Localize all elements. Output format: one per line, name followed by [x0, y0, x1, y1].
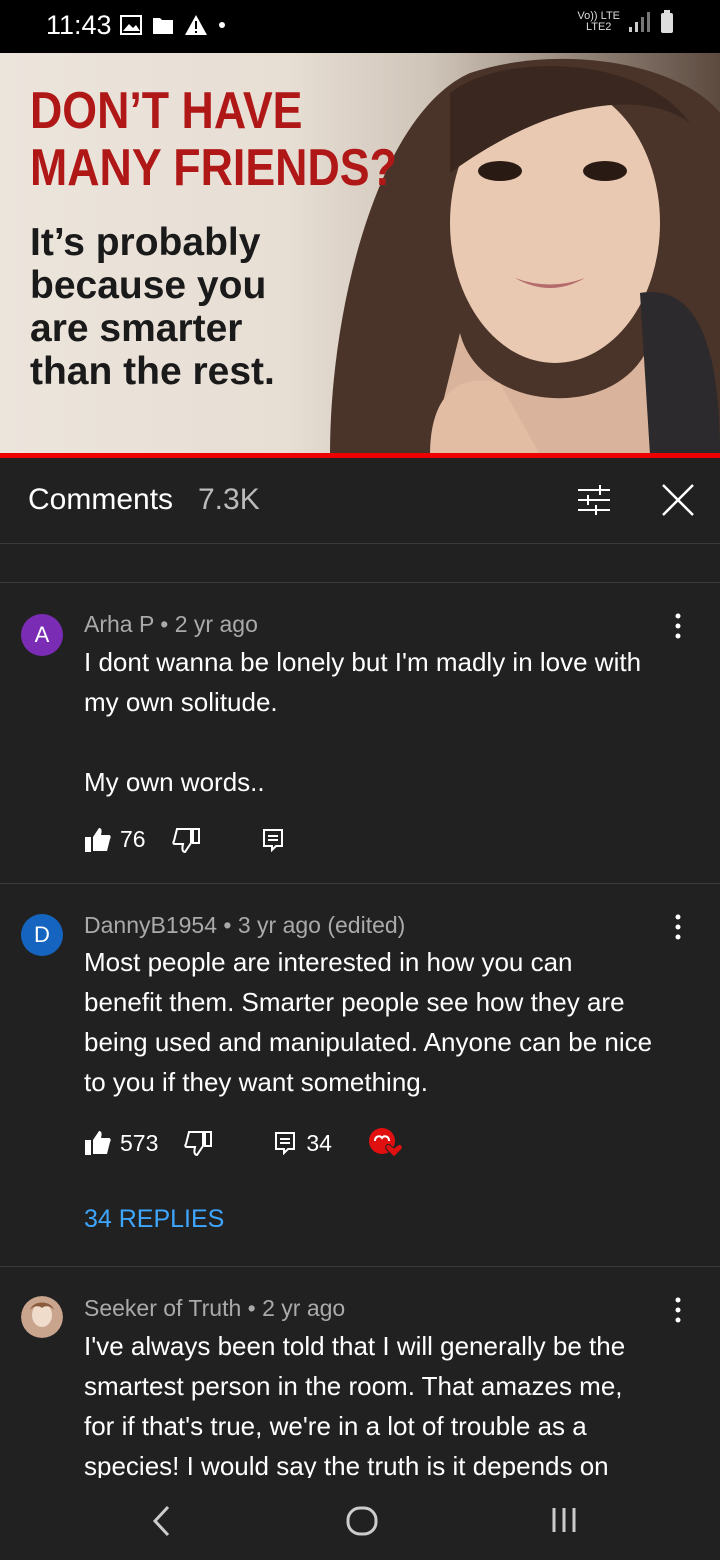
comment-meta: Arha P • 2 yr ago: [84, 611, 258, 638]
comment-line: I dont wanna be lonely but I'm madly in …: [84, 647, 642, 677]
thumbs-down-icon[interactable]: [171, 827, 200, 853]
comment-actions: 76: [84, 826, 284, 853]
warning-icon: [185, 15, 207, 35]
comment-line: My own words..: [84, 767, 265, 797]
close-icon[interactable]: [658, 480, 698, 520]
comment-author[interactable]: Seeker of Truth: [84, 1295, 241, 1321]
sort-filter-icon[interactable]: [576, 482, 612, 518]
reply-count: 34: [306, 1129, 332, 1156]
sub-line-2: because you: [30, 264, 267, 307]
reply-icon[interactable]: [274, 1131, 296, 1155]
comment-thread: A Arha P • 2 yr ago I dont wanna be lone…: [0, 583, 720, 883]
avatar-letter: D: [34, 922, 50, 947]
comment-body: I dont wanna be lonely but I'm madly in …: [84, 642, 684, 802]
view-replies-link[interactable]: 34 REPLIES: [84, 1205, 224, 1234]
status-system-icons: Vo)) LTE LTE2: [577, 10, 674, 34]
comment-line: my own solitude.: [84, 687, 278, 717]
back-icon[interactable]: [150, 1504, 174, 1538]
avatar[interactable]: D: [21, 914, 63, 956]
avatar[interactable]: [21, 1296, 63, 1338]
status-notification-icons: [120, 14, 226, 36]
comment-actions: 573 34: [84, 1127, 404, 1159]
comment-thread: D DannyB1954 • 3 yr ago (edited) Most pe…: [0, 884, 720, 1266]
like-count: 76: [120, 826, 146, 852]
thumbs-down-icon[interactable]: [184, 1130, 213, 1156]
comment-time: 2 yr ago: [174, 611, 258, 637]
sub-line-1: It’s probably: [30, 221, 261, 264]
comment-thread: Seeker of Truth • 2 yr ago I've always b…: [0, 1267, 720, 1478]
comment-line: I've always been told that I will genera…: [84, 1331, 626, 1361]
dot-icon: [219, 22, 225, 28]
comment-time: 2 yr ago: [262, 1295, 346, 1321]
comment-line: Most people are interested in how you ca…: [84, 947, 573, 977]
comment-line: benefit them. Smarter people see how the…: [84, 987, 625, 1017]
comments-count: 7.3K: [198, 483, 260, 516]
comment-body: Most people are interested in how you ca…: [84, 942, 684, 1102]
comment-line: to you if they want something.: [84, 1067, 428, 1097]
comments-title: Comments: [28, 483, 174, 516]
battery-icon: [661, 10, 673, 33]
sub-line-3: are smarter: [30, 307, 243, 350]
carrier-bottom: LTE2: [585, 21, 612, 33]
folder-icon: [153, 18, 173, 34]
previous-replies-link-cutoff[interactable]: [84, 532, 204, 544]
comment-author[interactable]: Arha P: [84, 611, 154, 637]
comment-body: I've always been told that I will genera…: [84, 1326, 684, 1478]
thumbs-up-icon[interactable]: [84, 827, 112, 853]
like-count: 573: [120, 1129, 159, 1156]
headline-line-2: MANY FRIENDS?: [30, 139, 397, 197]
comment-meta: Seeker of Truth • 2 yr ago: [84, 1295, 345, 1322]
home-icon[interactable]: [345, 1505, 379, 1537]
more-options-icon[interactable]: [668, 1295, 688, 1325]
comment-author[interactable]: DannyB1954: [84, 912, 217, 938]
comment-line: being used and manipulated. Anyone can b…: [84, 1027, 653, 1057]
status-time: 11:43: [46, 10, 112, 40]
thumbnail-headline: DON’T HAVE MANY FRIENDS?: [30, 83, 397, 197]
comment-time: 3 yr ago (edited): [237, 912, 406, 938]
more-options-icon[interactable]: [668, 611, 688, 641]
thumbnail-subtext: It’s probably because you are smarter th…: [30, 221, 275, 393]
avatar-letter: A: [34, 622, 50, 647]
status-bar: 11:43 Vo)) LTE LTE2: [0, 0, 720, 53]
comment-meta: DannyB1954 • 3 yr ago (edited): [84, 912, 405, 939]
signal-icon: [629, 12, 650, 32]
comment-line: smartest person in the room. That amazes…: [84, 1371, 623, 1401]
meta-separator: •: [217, 912, 238, 938]
thumbs-up-icon[interactable]: [84, 1130, 112, 1156]
gallery-icon: [120, 15, 142, 35]
recent-apps-icon[interactable]: [550, 1506, 578, 1534]
more-options-icon[interactable]: [668, 912, 688, 942]
comment-line: species! I would say the truth is it dep…: [84, 1451, 609, 1478]
headline-line-1: DON’T HAVE: [30, 82, 303, 140]
comment-blank-line: [84, 722, 684, 762]
comment-line: for if that's true, we're in a lot of tr…: [84, 1411, 587, 1441]
reply-icon[interactable]: [262, 828, 284, 852]
meta-separator: •: [241, 1295, 263, 1321]
sub-line-4: than the rest.: [30, 350, 275, 393]
creator-heart-icon: [368, 1128, 403, 1158]
system-navigation-bar: [0, 1478, 720, 1560]
avatar[interactable]: A: [21, 614, 63, 656]
video-player[interactable]: DON’T HAVE MANY FRIENDS? It’s probably b…: [0, 53, 720, 455]
meta-separator: •: [153, 611, 175, 637]
